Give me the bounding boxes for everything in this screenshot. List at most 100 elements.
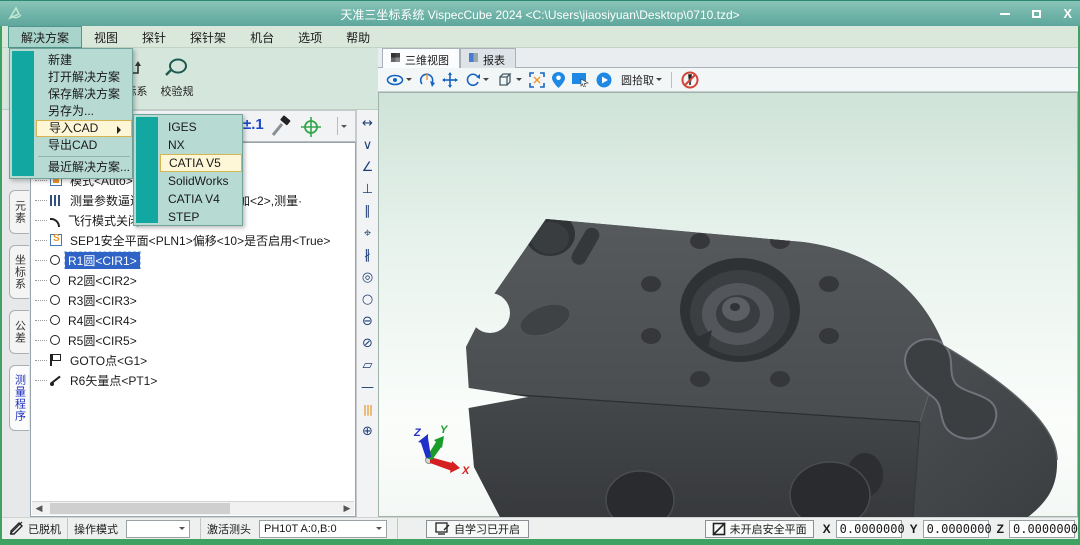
tab-measure-program[interactable]: 测量程序 <box>9 365 29 431</box>
construct-element-icon[interactable] <box>299 115 323 139</box>
tab-elements[interactable]: 元素 <box>9 190 29 234</box>
orbit-button[interactable] <box>419 72 435 88</box>
taper-angle-icon[interactable]: ∠ <box>359 159 377 177</box>
x-axis-label: X <box>461 465 470 477</box>
chevron-down-icon <box>376 527 382 533</box>
menu-item-save-solution[interactable]: 保存解决方案 <box>10 86 132 103</box>
menu-item-import-cad[interactable]: 导入CAD <box>36 120 132 137</box>
maximize-button-icon[interactable] <box>1032 10 1041 18</box>
runout-icon[interactable]: ⊘ <box>359 335 377 353</box>
pan-icon <box>442 72 458 88</box>
fit-view-icon <box>529 72 545 88</box>
angularity-icon[interactable]: ∦ <box>359 247 377 265</box>
toolbar-overflow-icon[interactable] <box>337 117 349 135</box>
view-tab-bar: 三维视图 报表 <box>378 48 1078 68</box>
decimal-precision-icon[interactable]: ±.1 <box>243 116 264 133</box>
tree-row-selected[interactable]: R1圆<CIR1> <box>35 251 355 269</box>
chevron-down-icon <box>483 78 489 84</box>
tree-horizontal-scrollbar[interactable]: ◀ ▶ <box>32 501 354 515</box>
angle-icon[interactable]: ∨ <box>359 137 377 155</box>
menu-item-open-solution[interactable]: 打开解决方案 <box>10 69 132 86</box>
menu-item-save-as[interactable]: 另存为... <box>10 103 132 120</box>
menu-item-recent-solutions[interactable]: 最近解决方案... <box>10 159 132 176</box>
goto-point-icon <box>50 354 62 366</box>
view-cube-button[interactable] <box>496 72 522 88</box>
scrollbar-thumb[interactable] <box>50 503 230 514</box>
self-learning-toggle[interactable]: 自学习已开启 <box>426 520 529 538</box>
probe-display-off-button[interactable] <box>681 71 699 89</box>
no-probe-icon <box>681 71 699 89</box>
active-probe-select[interactable]: PH10T A:0,B:0 <box>259 520 387 538</box>
tree-row[interactable]: R2圆<CIR2> <box>35 271 355 289</box>
menu-probe-rack[interactable]: 探针架 <box>178 26 238 48</box>
view-3d-icon <box>391 53 400 62</box>
measure-params-icon <box>50 195 62 206</box>
fly-mode-icon <box>50 218 60 227</box>
circle-icon <box>50 295 60 305</box>
tab-report[interactable]: 报表 <box>460 48 516 68</box>
window-border <box>0 539 1080 545</box>
submenu-item-catia-v5[interactable]: CATIA V5 <box>160 154 242 172</box>
menu-item-new[interactable]: 新建 <box>10 52 132 69</box>
pattern-icon[interactable]: ||| <box>359 401 377 419</box>
menu-separator <box>38 156 130 157</box>
cad-part-model[interactable]: Z Y X <box>378 92 1078 517</box>
status-bar: 已脱机 操作模式 激活测头 PH10T A:0,B:0 自学习已开启 <box>2 517 1078 539</box>
pick-mode-dropdown[interactable]: 圆拾取 <box>619 72 662 88</box>
operation-mode: 操作模式 <box>68 518 201 540</box>
minimize-button-icon[interactable] <box>1000 13 1010 15</box>
tab-3d-view[interactable]: 三维视图 <box>382 48 460 68</box>
concentricity-icon[interactable]: ◎ <box>359 269 377 287</box>
z-coordinate-value: 0.0000000 <box>1009 520 1075 538</box>
tree-row[interactable]: R6矢量点<PT1> <box>35 371 355 389</box>
safety-plane-status[interactable]: 未开启安全平面 <box>705 520 814 538</box>
parallelism-icon[interactable]: ∥ <box>359 203 377 221</box>
tree-row[interactable]: R3圆<CIR3> <box>35 291 355 309</box>
menu-solution[interactable]: 解决方案 <box>8 26 82 48</box>
select-region-button[interactable] <box>572 73 589 87</box>
flatness-icon[interactable]: ▱ <box>359 357 377 375</box>
tree-row[interactable]: R4圆<CIR4> <box>35 311 355 329</box>
menu-probe[interactable]: 探针 <box>130 26 178 48</box>
scroll-left-icon[interactable]: ◀ <box>32 502 46 515</box>
menu-view[interactable]: 视图 <box>82 26 130 48</box>
viewport-3d[interactable]: Z Y X <box>378 92 1078 517</box>
vector-point-icon <box>50 374 62 386</box>
composite-position-icon[interactable]: ⊕ <box>359 423 377 441</box>
no-safety-plane-icon <box>712 522 726 536</box>
scroll-right-icon[interactable]: ▶ <box>340 502 354 515</box>
menu-help[interactable]: 帮助 <box>334 26 382 48</box>
menu-machine[interactable]: 机台 <box>238 26 286 48</box>
fit-view-button[interactable] <box>529 72 545 88</box>
run-button[interactable] <box>596 72 612 88</box>
tree-row[interactable]: SEP1安全平面<PLN1>偏移<10>是否启用<True> <box>35 231 355 249</box>
operation-mode-select[interactable] <box>126 520 190 538</box>
menu-item-export-cad[interactable]: 导出CAD <box>10 137 132 154</box>
toolbar-separator <box>671 72 672 88</box>
rotate-view-button[interactable] <box>465 72 489 88</box>
chevron-down-icon <box>516 78 522 84</box>
tab-tolerance[interactable]: 公差 <box>9 310 29 354</box>
position-icon[interactable]: ⌖ <box>359 225 377 243</box>
tree-row[interactable]: R5圆<CIR5> <box>35 331 355 349</box>
hammer-icon[interactable] <box>269 115 293 139</box>
window-title: 天准三坐标系统 VispecCube 2024 <C:\Users\jiaosi… <box>0 6 1080 23</box>
close-button[interactable]: X <box>1063 1 1072 27</box>
circle-icon <box>50 255 60 265</box>
pan-button[interactable] <box>442 72 458 88</box>
locate-button[interactable] <box>552 72 565 88</box>
connection-status: 已脱机 <box>2 518 68 540</box>
distance-icon[interactable]: ↔ <box>359 115 377 133</box>
orbit-icon <box>419 72 435 88</box>
tree-row[interactable]: GOTO点<G1> <box>35 351 355 369</box>
gauge-check-button[interactable]: 校验规 <box>154 51 200 105</box>
z-axis-label: Z <box>413 427 422 439</box>
perpendicularity-icon[interactable]: ⊥ <box>359 181 377 199</box>
symmetry-icon[interactable]: ⊖ <box>359 313 377 331</box>
circle-icon <box>50 335 60 345</box>
straightness-icon[interactable]: — <box>359 379 377 397</box>
menu-options[interactable]: 选项 <box>286 26 334 48</box>
tab-coordinate-system[interactable]: 坐标系 <box>9 245 29 299</box>
roundness-icon[interactable]: ○ <box>359 291 377 309</box>
visibility-button[interactable] <box>386 73 412 87</box>
